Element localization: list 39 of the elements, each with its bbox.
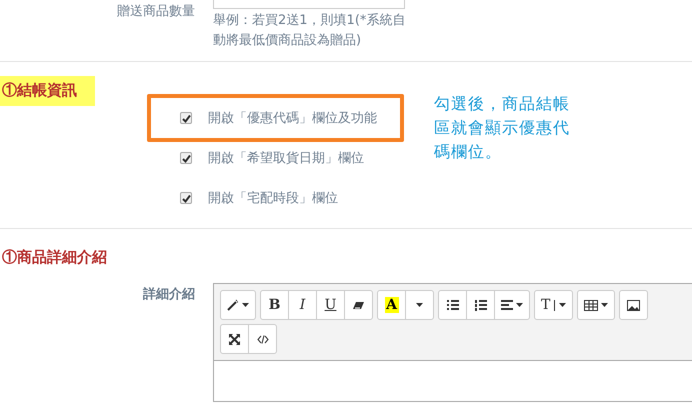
picture-button[interactable] [619,290,648,320]
font-size-button[interactable]: T [534,290,574,320]
magic-wand-icon [227,299,249,311]
magic-button[interactable] [220,290,256,320]
eraser-icon [352,300,365,310]
text-cursor-icon [553,300,566,310]
table-icon [584,300,608,310]
code-button[interactable] [248,324,277,354]
eraser-button[interactable] [344,290,373,320]
bulleted-list-icon [446,300,458,310]
annotation-text: 勾選後，商品結帳區就會顯示優惠代碼欄位。 [434,93,571,163]
checkbox[interactable] [180,112,192,124]
checkbox[interactable] [180,152,192,164]
align-button[interactable] [494,290,530,320]
caret-icon [416,303,423,307]
option-label: 開啟「宅配時段」欄位 [208,190,338,207]
bold-button[interactable]: B [260,290,289,320]
field-label: 詳細介紹 [143,287,195,302]
picture-icon [627,300,640,310]
expand-icon [229,334,240,344]
align-left-icon [501,300,523,310]
italic-button[interactable]: I [288,290,317,320]
quantity-input[interactable] [213,0,405,9]
ol-button[interactable] [466,290,495,320]
field-label: 贈送商品數量 [117,5,195,19]
numbered-list-icon [474,300,486,310]
underline-button[interactable]: U [316,290,345,320]
rich-text-editor[interactable]: B I U A T [213,283,692,402]
option-label: 開啟「優惠代碼」欄位及功能 [208,110,377,127]
section-heading: ①商品詳細介紹 [1,247,108,268]
checkbox[interactable] [180,192,192,204]
ul-button[interactable] [438,290,467,320]
hint-text: 舉例：若買2送1，則填1(*系統自動將最低價商品設為贈品) [213,12,406,50]
code-icon [256,334,268,344]
section-heading: ①結帳資訊 [0,76,95,106]
table-button[interactable] [577,290,616,320]
text-color-button[interactable]: A [377,290,406,320]
fullscreen-button[interactable] [220,324,249,354]
option-label: 開啟「希望取貨日期」欄位 [208,150,364,167]
